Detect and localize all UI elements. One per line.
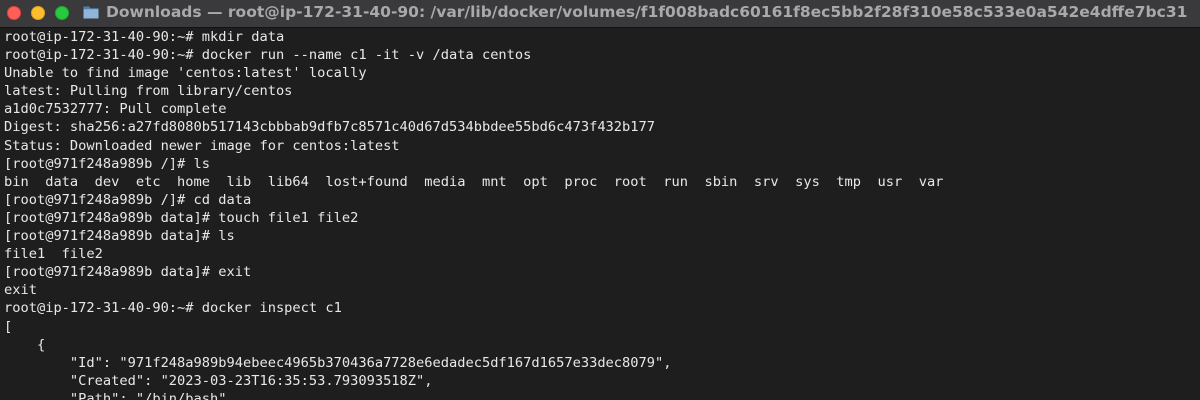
terminal-line: [root@971f248a989b /]# cd data — [4, 191, 252, 208]
terminal-line: Status: Downloaded newer image for cento… — [4, 137, 400, 154]
terminal-line: "Path": "/bin/bash", — [4, 390, 235, 400]
terminal-line: "Created": "2023-03-23T16:35:53.79309351… — [4, 372, 433, 389]
terminal-line: { — [4, 336, 46, 353]
terminal-line: [root@971f248a989b data]# touch file1 fi… — [4, 209, 359, 226]
terminal-line: a1d0c7532777: Pull complete — [4, 101, 227, 118]
window-title: Downloads — root@ip-172-31-40-90: /var/l… — [106, 3, 1188, 21]
terminal-line: [root@971f248a989b data]# exit — [4, 264, 252, 281]
terminal-line: bin data dev etc home lib lib64 lost+fou… — [4, 173, 944, 190]
terminal-window: Downloads — root@ip-172-31-40-90: /var/l… — [0, 0, 1200, 400]
terminal-line: [ — [4, 318, 13, 335]
terminal-line: [root@971f248a989b /]# ls — [4, 155, 211, 172]
terminal-line: exit — [4, 282, 37, 299]
terminal-line: latest: Pulling from library/centos — [4, 83, 293, 100]
terminal-line: "Id": "971f248a989b94ebeec4965b370436a77… — [4, 354, 672, 371]
close-window-button[interactable] — [7, 6, 21, 20]
terminal-line: Unable to find image 'centos:latest' loc… — [4, 65, 367, 82]
terminal-line: [root@971f248a989b data]# ls — [4, 228, 235, 245]
terminal-line: root@ip-172-31-40-90:~# mkdir data — [4, 29, 285, 45]
terminal-line: root@ip-172-31-40-90:~# docker inspect c… — [4, 300, 342, 317]
terminal-line: Digest: sha256:a27fd8080b517143cbbbab9df… — [4, 119, 656, 136]
maximize-window-button[interactable] — [55, 6, 69, 20]
terminal-line: root@ip-172-31-40-90:~# docker run --nam… — [4, 47, 532, 64]
title-bar[interactable]: Downloads — root@ip-172-31-40-90: /var/l… — [0, 0, 1200, 28]
terminal-output[interactable]: root@ip-172-31-40-90:~# mkdir data root@i… — [0, 28, 1200, 400]
folder-icon — [83, 6, 99, 19]
minimize-window-button[interactable] — [31, 6, 45, 20]
terminal-line: file1 file2 — [4, 246, 103, 263]
